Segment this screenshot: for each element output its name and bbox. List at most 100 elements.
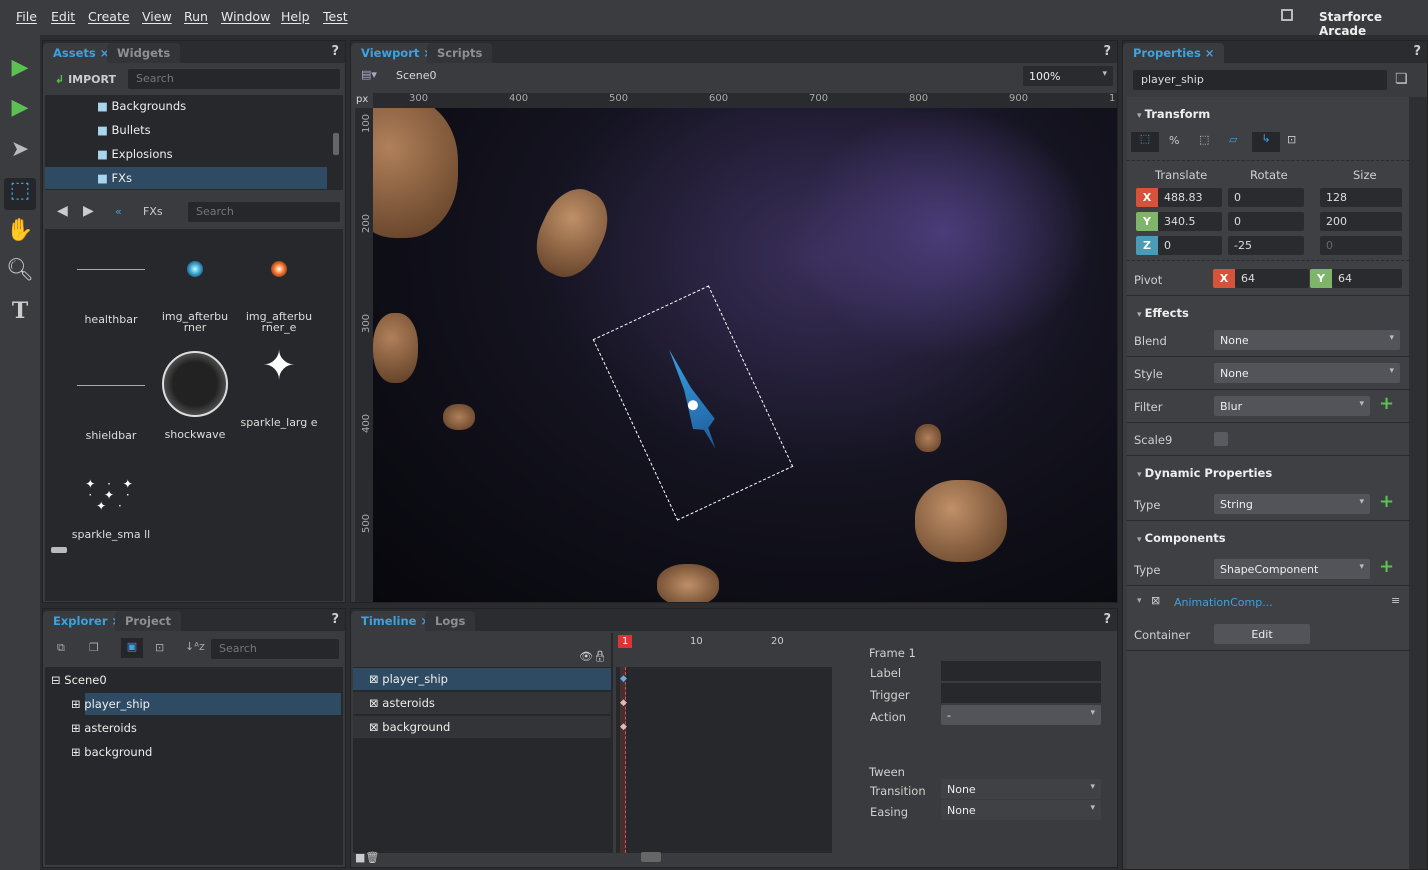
translate-x-input[interactable]: 488.83 — [1158, 188, 1222, 207]
tree-node-player-ship[interactable]: ⊞ player_ship — [71, 693, 150, 715]
pivot-y-input[interactable]: 64 — [1332, 269, 1402, 288]
add-component-icon[interactable]: + — [1379, 556, 1394, 577]
frame-grid[interactable]: 1 10 20 ◆ ◆ ◆ — [616, 633, 832, 853]
blend-select[interactable]: None — [1214, 330, 1400, 350]
folder-bullets[interactable]: ■ Bullets — [97, 119, 151, 141]
edit-button[interactable]: Edit — [1214, 624, 1310, 644]
transform-tool-icon[interactable]: ⬚ — [4, 178, 36, 210]
dynamic-type-select[interactable]: String — [1214, 494, 1370, 514]
component-type-select[interactable]: ShapeComponent — [1214, 559, 1370, 579]
folder-backgrounds[interactable]: ■ Backgrounds — [97, 95, 186, 117]
label-input[interactable] — [941, 661, 1101, 681]
folder-trash-icons[interactable]: ■🗑︎ — [355, 851, 379, 864]
forward-icon[interactable]: ▶ — [83, 203, 94, 219]
assets-search2-input[interactable]: Search — [188, 202, 340, 222]
asset-afterburner[interactable]: img_afterbu rner — [155, 249, 235, 333]
scrollbar[interactable] — [333, 133, 339, 155]
size-y-input[interactable]: 200 — [1320, 212, 1402, 231]
help-icon[interactable]: ? — [331, 44, 339, 59]
properties-scrollbar[interactable] — [1409, 97, 1427, 869]
skew-icon[interactable]: ▱ — [1229, 133, 1237, 146]
asteroid[interactable] — [373, 313, 418, 383]
explorer-search-input[interactable]: Search — [211, 639, 339, 659]
help-icon[interactable]: ? — [1103, 44, 1111, 59]
layer-player-ship[interactable]: ⊠ player_ship — [353, 668, 611, 690]
menu-file[interactable]: File — [16, 9, 37, 24]
timeline-scrollbar[interactable] — [641, 852, 661, 862]
select-filter-icon[interactable]: ⊡ — [155, 641, 164, 654]
size-x-input[interactable]: 128 — [1320, 188, 1402, 207]
asteroid[interactable] — [915, 424, 941, 452]
thumbnail-size-slider[interactable] — [51, 547, 67, 553]
play-icon[interactable]: ▶ — [4, 55, 36, 87]
rotate-y-input[interactable]: 0 — [1228, 212, 1304, 231]
menu-view[interactable]: View — [142, 9, 172, 24]
add-dynamic-property-icon[interactable]: + — [1379, 491, 1394, 512]
asset-sparkle-small[interactable]: ✦ · ✦ · ✦ · ✦ · sparkle_sma ll — [71, 478, 151, 540]
duplicate-icon[interactable]: ❐ — [89, 641, 99, 654]
menu-window[interactable]: Window — [221, 9, 270, 24]
easing-select[interactable]: None — [941, 800, 1101, 820]
trigger-input[interactable] — [941, 683, 1101, 703]
zoom-select[interactable]: 100% — [1023, 66, 1113, 86]
select-arrow-icon[interactable]: ➤ — [4, 137, 36, 169]
menu-icon[interactable]: ≡ — [1391, 594, 1400, 607]
translate-y-input[interactable]: 340.5 — [1158, 212, 1222, 231]
zoom-icon[interactable]: 🔍︎ — [4, 258, 36, 290]
add-filter-icon[interactable]: + — [1379, 393, 1394, 414]
save-icon[interactable] — [1281, 9, 1293, 21]
tab-logs[interactable]: Logs — [425, 611, 476, 631]
transition-select[interactable]: None — [941, 779, 1101, 799]
anchor-icon[interactable]: ⊡ — [1287, 133, 1296, 146]
import-button[interactable]: ↲ IMPORT — [55, 73, 116, 86]
folder-fxs[interactable]: ■ FXs — [97, 167, 132, 189]
back-icon[interactable]: ◀ — [57, 203, 68, 219]
menu-create[interactable]: Create — [88, 9, 130, 24]
asteroid[interactable] — [443, 404, 475, 430]
help-icon[interactable]: ? — [1413, 44, 1421, 59]
asteroid[interactable] — [373, 108, 458, 238]
add-node-icon[interactable]: ⧉ — [57, 641, 65, 655]
up-icon[interactable]: « — [115, 205, 122, 218]
copy-icon[interactable]: ❏ — [1395, 71, 1408, 87]
layer-background[interactable]: ⊠ background — [353, 716, 611, 738]
asteroid[interactable] — [915, 480, 1007, 562]
layer-asteroids[interactable]: ⊠ asteroids — [353, 692, 611, 714]
help-icon[interactable]: ? — [1103, 612, 1111, 627]
assets-search-input[interactable]: Search — [128, 69, 340, 89]
tree-node-scene0[interactable]: ⊟ Scene0 — [51, 669, 107, 691]
tree-node-asteroids[interactable]: ⊞ asteroids — [71, 717, 137, 739]
asset-afterburner-e[interactable]: img_afterbu rner_e — [239, 249, 319, 333]
asset-healthbar[interactable]: healthbar — [71, 269, 151, 325]
pivot-x-input[interactable]: 64 — [1235, 269, 1309, 288]
bounds-icon[interactable]: ⬚ — [1131, 132, 1159, 152]
scene-canvas[interactable] — [373, 108, 1117, 602]
scene-icon[interactable]: ▤▾ — [361, 68, 377, 81]
tab-scripts[interactable]: Scripts — [427, 43, 493, 63]
tab-widgets[interactable]: Widgets — [107, 43, 181, 63]
play-scene-icon[interactable]: ▶ — [4, 95, 36, 127]
action-select[interactable]: - — [941, 705, 1101, 725]
resize-icon[interactable]: ⬚ — [1199, 133, 1209, 146]
translate-z-input[interactable]: 0 — [1158, 236, 1222, 255]
pivot-icon[interactable]: ↳ — [1252, 132, 1280, 152]
folder-explosions[interactable]: ■ Explosions — [97, 143, 173, 165]
visibility-lock-icons[interactable]: 👁︎🔒︎ — [579, 650, 607, 663]
menu-edit[interactable]: Edit — [51, 9, 75, 24]
tab-project[interactable]: Project — [115, 611, 182, 631]
asset-sparkle-large[interactable]: ✦ sparkle_larg e — [239, 346, 319, 428]
asteroid[interactable] — [657, 564, 719, 602]
text-tool-icon[interactable]: T — [4, 298, 36, 330]
menu-help[interactable]: Help — [281, 9, 310, 24]
tree-node-background[interactable]: ⊞ background — [71, 741, 152, 763]
breadcrumb[interactable]: FXs — [143, 205, 163, 218]
filter-select[interactable]: Blur — [1214, 396, 1370, 416]
rotate-x-input[interactable]: 0 — [1228, 188, 1304, 207]
object-name-input[interactable]: player_ship — [1133, 70, 1387, 90]
asteroid[interactable] — [524, 179, 620, 287]
sort-icon[interactable]: ↓ᴬz — [185, 640, 205, 653]
hand-icon[interactable]: ✋ — [4, 218, 36, 250]
percent-icon[interactable]: % — [1169, 134, 1179, 147]
scale9-checkbox[interactable] — [1214, 432, 1228, 446]
help-icon[interactable]: ? — [331, 612, 339, 627]
